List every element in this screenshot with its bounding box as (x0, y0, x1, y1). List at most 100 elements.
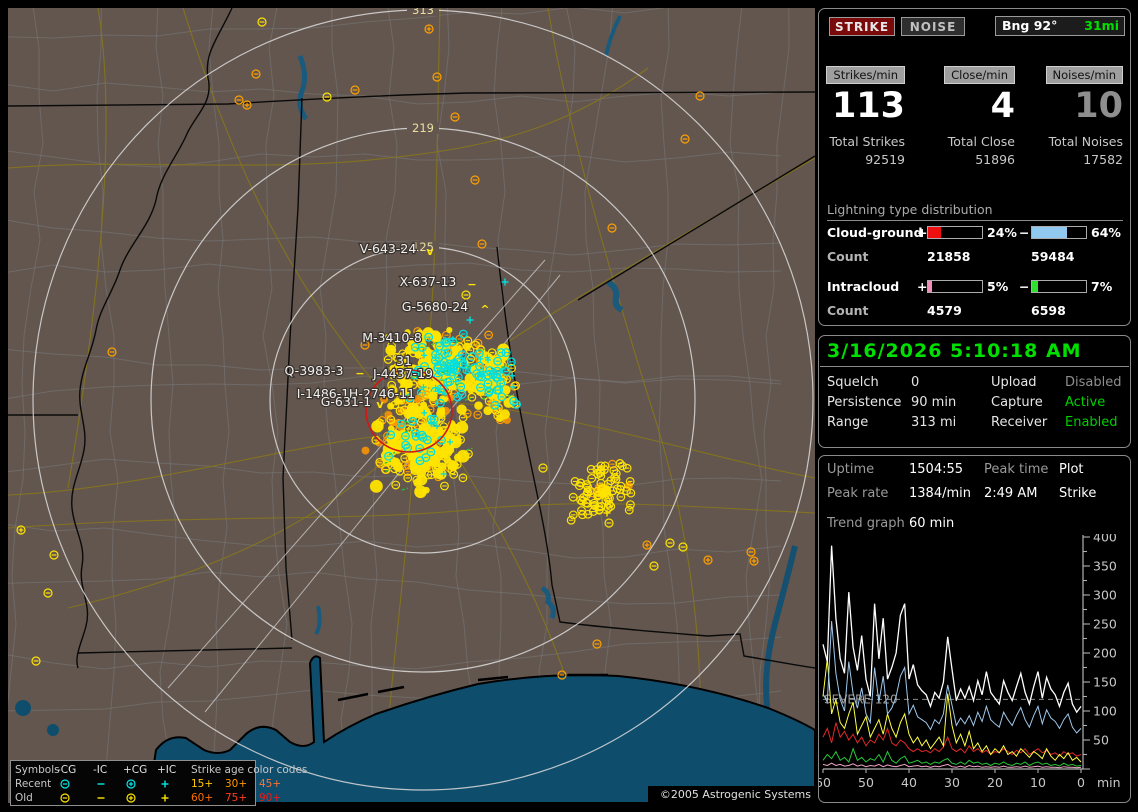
legend-row-label: Old (15, 791, 33, 805)
storm-cell-label: G-5680-24 (402, 299, 468, 314)
status-value: 90 min (911, 395, 956, 410)
trend-graph: 501001502002503003504006050403020100minS… (819, 534, 1131, 804)
trend-series-noises (823, 723, 1081, 757)
rate-total-value: 17582 (1025, 152, 1123, 167)
storm-cell-marker: − (467, 278, 476, 291)
trend-series-positive-cg (823, 659, 1081, 762)
count-label: Count (827, 303, 869, 318)
status-value-2: Active (1065, 395, 1105, 410)
session-cell: 1504:55 (909, 462, 963, 477)
session-cell: Peak time (984, 462, 1048, 477)
legend-age-value: 60+ (191, 791, 213, 805)
range-ring-label: 313 (412, 8, 434, 17)
y-tick-label: 400 (1093, 534, 1117, 545)
strike-mode-button[interactable]: STRIKE (829, 17, 895, 36)
negative-count: 59484 (1031, 249, 1075, 264)
count-label: Count (827, 249, 869, 264)
y-tick-label: 200 (1093, 646, 1117, 661)
plus-sign: + (917, 279, 927, 294)
negative-percent: 7% (1091, 279, 1112, 294)
distribution-title: Lightning type distribution (827, 202, 1123, 221)
minus-sign: − (1019, 225, 1029, 240)
rate-label: Strikes/min (826, 66, 905, 84)
positive-percent: 24% (987, 225, 1017, 240)
storm-cell-label: X-637-13 (400, 274, 457, 289)
status-label-2: Receiver (991, 415, 1047, 430)
legend-glyph-pc (121, 778, 141, 790)
storm-cell-label: J-4437-19 (372, 366, 433, 381)
noise-mode-button[interactable]: NOISE (901, 17, 965, 36)
negative-percent: 64% (1091, 225, 1121, 240)
legend-glyph-p (155, 792, 175, 804)
bearing-label: Bng 92° (1002, 17, 1057, 35)
y-tick-label: 350 (1093, 559, 1117, 574)
x-axis-unit: min (1097, 775, 1121, 790)
distribution-type-label: Cloud-ground (827, 225, 923, 240)
y-tick-label: 100 (1093, 704, 1117, 719)
legend-glyph-p (155, 778, 175, 790)
x-tick-label: 60 (819, 775, 831, 790)
rate-value: 4 (929, 86, 1015, 126)
legend-col-header: -IC (93, 763, 107, 777)
legend-glyph-m (91, 792, 111, 804)
status-value-2: Disabled (1065, 375, 1121, 390)
positive-bar (927, 226, 983, 239)
legend-col-header: -CG (57, 763, 76, 777)
distribution-row: Cloud-ground+24%−64% (819, 225, 1130, 241)
legend-age-title: Strike age color codes (191, 763, 307, 777)
map-canvas: 125219313V-643-24vX-637-13−G-5680-24^M-3… (8, 8, 815, 803)
distribution-row: Intracloud+5%−7% (819, 279, 1130, 295)
legend-glyph-m (91, 778, 111, 790)
session-cell: Plot (1059, 462, 1084, 477)
status-label: Persistence (827, 395, 901, 410)
distribution-type-label: Intracloud (827, 279, 899, 294)
legend-row: Recent15+30+45+ (11, 777, 255, 791)
legend-col-header: +IC (157, 763, 176, 777)
session-cell: 2:49 AM (984, 486, 1037, 501)
legend-glyph-pc (121, 792, 141, 804)
rate-total-value: 51896 (929, 152, 1015, 167)
storm-cell-marker: v (426, 245, 434, 258)
trend-panel: Uptime1504:55Peak timePlotPeak rate1384/… (818, 455, 1131, 803)
y-tick-label: 50 (1093, 733, 1109, 748)
legend-age-value: 75+ (225, 791, 247, 805)
rate-total-value: 92519 (819, 152, 905, 167)
bearing-distance: 31mi (1084, 17, 1119, 35)
copyright-bar: ©2005 Astrogenic Systems (648, 786, 815, 803)
status-value-2: Enabled (1065, 415, 1118, 430)
status-label-2: Capture (991, 395, 1043, 410)
status-label-2: Upload (991, 375, 1037, 390)
session-cell: Trend graph (827, 516, 905, 531)
x-tick-label: 10 (1030, 775, 1046, 790)
rate-value: 10 (1025, 86, 1123, 126)
legend-row-label: Recent (15, 777, 51, 791)
range-ring-label: 219 (412, 121, 434, 135)
rate-column: Strikes/min 113 Total Strikes 92519 (819, 64, 929, 167)
datetime-divider (820, 366, 1129, 367)
rate-value: 113 (819, 86, 905, 126)
rate-total-label: Total Close (929, 134, 1015, 149)
lightning-map[interactable]: 125219313V-643-24vX-637-13−G-5680-24^M-3… (8, 8, 815, 803)
x-tick-label: 30 (944, 775, 960, 790)
rate-total-label: Total Noises (1025, 134, 1123, 149)
y-tick-label: 250 (1093, 617, 1117, 632)
legend-row: Symbols-CG-IC+CG+ICStrike age color code… (11, 763, 255, 777)
storm-cell-label: M-3410-8 (362, 330, 422, 345)
positive-percent: 5% (987, 279, 1008, 294)
x-tick-label: 50 (858, 775, 874, 790)
positive-count: 4579 (927, 303, 962, 318)
legend-age-value: 30+ (225, 777, 247, 791)
strike-stats-panel: STRIKE NOISE Bng 92° 31mi Strikes/min 113… (818, 8, 1131, 326)
legend-glyph-mc (55, 792, 75, 804)
legend-col-header: +CG (123, 763, 147, 777)
storm-cell-label: Q-3983-3 (285, 363, 344, 378)
negative-bar (1031, 226, 1087, 239)
session-cell: 1384/min (909, 486, 971, 501)
status-panel: 3/16/2026 5:10:18 AM Squelch 0 Upload Disab… (818, 335, 1131, 448)
rate-total-label: Total Strikes (819, 134, 905, 149)
rate-label: Noises/min (1046, 66, 1123, 84)
datetime-display: 3/16/2026 5:10:18 AM (827, 340, 1082, 362)
legend-age-value: 90+ (259, 791, 281, 805)
status-value: 0 (911, 375, 919, 390)
status-label: Squelch (827, 375, 879, 390)
